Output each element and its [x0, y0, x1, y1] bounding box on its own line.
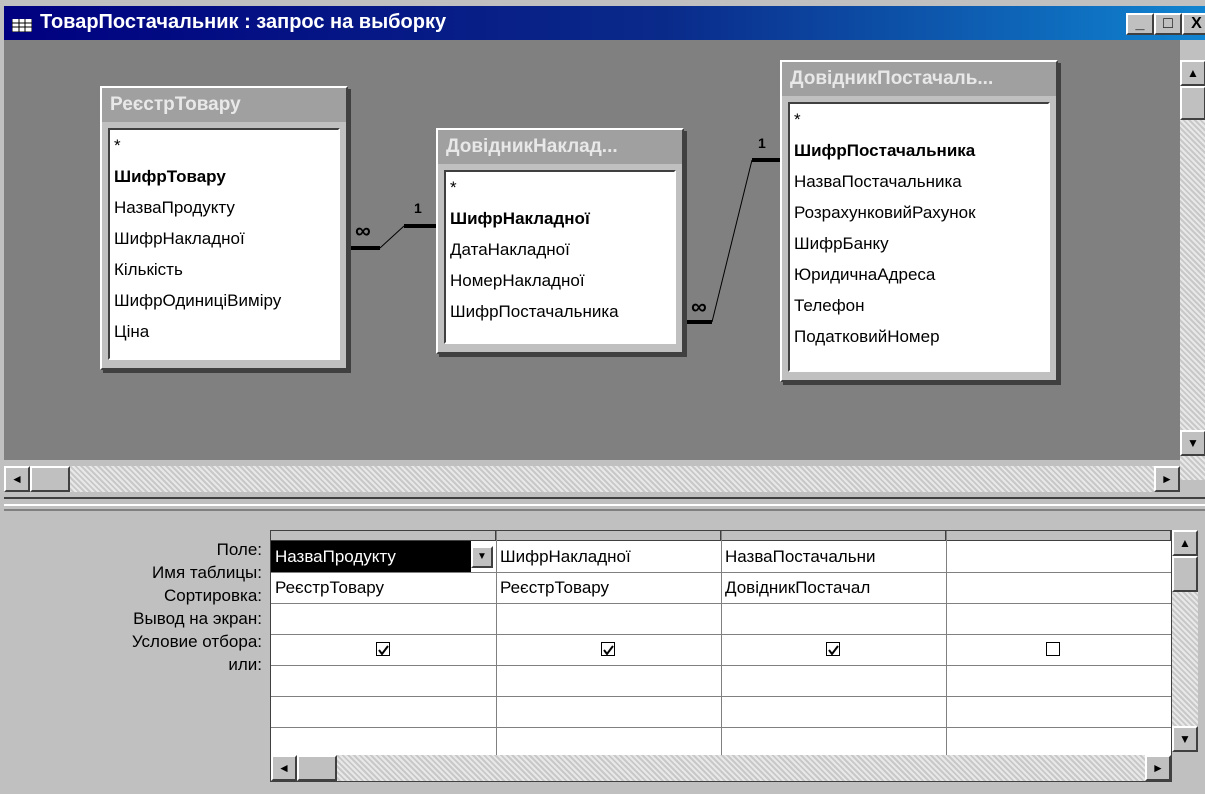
show-checkbox[interactable]: [601, 642, 615, 656]
query-window: ТоварПостачальник : запрос на выборку _ …: [0, 0, 1205, 794]
grid-hscrollbar[interactable]: ◄ ►: [271, 755, 1171, 781]
window-title: ТоварПостачальник : запрос на выборку: [40, 11, 447, 33]
field-item[interactable]: Ціна: [110, 316, 338, 347]
column-selector[interactable]: [271, 531, 496, 541]
show-checkbox[interactable]: [826, 642, 840, 656]
table-pane[interactable]: ∞ 1 ∞ 1 РеєстрТовару * ШифрТовару НазваП…: [4, 40, 1180, 460]
field-item[interactable]: Телефон: [790, 290, 1048, 321]
field-cell[interactable]: ШифрНакладної: [496, 541, 721, 572]
maximize-button[interactable]: □: [1154, 13, 1182, 35]
relation-many-label: ∞: [691, 294, 707, 319]
row-label-sort: Сортировка:: [163, 586, 262, 605]
column-selector[interactable]: [946, 531, 1171, 541]
field-cell[interactable]: [946, 541, 1171, 572]
sort-cell[interactable]: [271, 603, 496, 634]
table-cell[interactable]: [946, 572, 1171, 603]
table-cell[interactable]: РеєстрТовару: [271, 572, 496, 603]
sort-cell[interactable]: [496, 603, 721, 634]
field-item[interactable]: ШифрБанку: [790, 228, 1048, 259]
checkmark-icon: [378, 645, 389, 656]
table-pane-vscrollbar[interactable]: ▲ ▼: [1180, 60, 1205, 480]
field-item[interactable]: *: [110, 130, 338, 161]
field-item[interactable]: ЮридичнаАдреса: [790, 259, 1048, 290]
row-label-table: Имя таблицы:: [152, 563, 262, 582]
show-checkbox[interactable]: [376, 642, 390, 656]
field-item[interactable]: ШифрПостачальника: [446, 296, 674, 327]
minimize-button[interactable]: _: [1126, 13, 1154, 35]
scroll-thumb[interactable]: [297, 755, 337, 781]
table-title[interactable]: ДовідникПостачаль...: [782, 62, 1056, 96]
sort-cell[interactable]: [721, 603, 946, 634]
field-item-key[interactable]: ШифрНакладної: [446, 203, 674, 234]
table-pane-hscrollbar[interactable]: ◄ ►: [4, 466, 1180, 492]
field-item[interactable]: ДатаНакладної: [446, 234, 674, 265]
column-selector[interactable]: [496, 531, 721, 541]
field-item[interactable]: ШифрНакладної: [110, 223, 338, 254]
scroll-down-button[interactable]: ▼: [1180, 430, 1205, 456]
field-item[interactable]: ПодатковийНомер: [790, 321, 1048, 352]
checkmark-icon: [603, 645, 614, 656]
field-item[interactable]: *: [790, 104, 1048, 135]
scroll-right-button[interactable]: ►: [1145, 755, 1171, 781]
grid-vscrollbar[interactable]: ▲ ▼: [1172, 530, 1198, 752]
pane-splitter[interactable]: [4, 497, 1205, 515]
design-grid[interactable]: НазваПродукту ▼ ШифрНакладної НазваПоста…: [270, 530, 1172, 782]
field-list-dovidnyk-nakladnykh[interactable]: ДовідникНаклад... * ШифрНакладної ДатаНа…: [436, 128, 684, 354]
row-label-show: Вывод на экран:: [133, 609, 262, 628]
field-item[interactable]: НазваПостачальника: [790, 166, 1048, 197]
field-item[interactable]: Кількість: [110, 254, 338, 285]
field-list[interactable]: * ШифрНакладної ДатаНакладної НомерНакла…: [444, 170, 676, 344]
scroll-thumb[interactable]: [30, 466, 70, 492]
scroll-left-button[interactable]: ◄: [4, 466, 30, 492]
relation-one-label: 1: [758, 135, 766, 151]
scroll-down-button[interactable]: ▼: [1172, 726, 1198, 752]
field-cell-selected[interactable]: НазваПродукту: [271, 541, 471, 572]
field-list-reestr-tovaru[interactable]: РеєстрТовару * ШифрТовару НазваПродукту …: [100, 86, 348, 370]
table-title[interactable]: РеєстрТовару: [102, 88, 346, 122]
sort-cell[interactable]: [946, 603, 1171, 634]
scroll-thumb[interactable]: [1172, 556, 1198, 592]
scroll-left-button[interactable]: ◄: [271, 755, 297, 781]
row-label-criteria: Условие отбора:: [131, 632, 262, 651]
field-item[interactable]: РозрахунковийРахунок: [790, 197, 1048, 228]
field-item[interactable]: *: [446, 172, 674, 203]
field-cell[interactable]: НазваПостачальни: [721, 541, 946, 572]
field-item-key[interactable]: ШифрПостачальника: [790, 135, 1048, 166]
scroll-up-button[interactable]: ▲: [1172, 530, 1198, 556]
scroll-up-button[interactable]: ▲: [1180, 60, 1205, 86]
grid-row-labels: Поле: Имя таблицы: Сортировка: Вывод на …: [0, 538, 262, 676]
table-title[interactable]: ДовідникНаклад...: [438, 130, 682, 164]
table-cell[interactable]: ДовідникПостачал: [721, 572, 946, 603]
field-item[interactable]: НазваПродукту: [110, 192, 338, 223]
scroll-thumb[interactable]: [1180, 86, 1205, 120]
close-button[interactable]: X: [1182, 13, 1205, 35]
field-item-key[interactable]: ШифрТовару: [110, 161, 338, 192]
query-window-icon: [12, 14, 32, 32]
relation-one-label: 1: [414, 200, 422, 216]
scroll-right-button[interactable]: ►: [1154, 466, 1180, 492]
field-item[interactable]: НомерНакладної: [446, 265, 674, 296]
relation-many-label: ∞: [355, 218, 371, 243]
field-dropdown-button[interactable]: ▼: [471, 546, 493, 568]
table-cell[interactable]: РеєстрТовару: [496, 572, 721, 603]
row-label-field: Поле:: [216, 540, 262, 559]
checkmark-icon: [828, 645, 839, 656]
show-checkbox[interactable]: [1046, 642, 1060, 656]
field-list[interactable]: * ШифрТовару НазваПродукту ШифрНакладної…: [108, 128, 340, 360]
title-bar[interactable]: ТоварПостачальник : запрос на выборку _ …: [4, 6, 1205, 40]
field-list[interactable]: * ШифрПостачальника НазваПостачальника Р…: [788, 102, 1050, 372]
field-item[interactable]: ШифрОдиниціВиміру: [110, 285, 338, 316]
row-label-or: или:: [228, 655, 262, 674]
field-list-dovidnyk-postachalnykiv[interactable]: ДовідникПостачаль... * ШифрПостачальника…: [780, 60, 1058, 382]
column-selector[interactable]: [721, 531, 946, 541]
